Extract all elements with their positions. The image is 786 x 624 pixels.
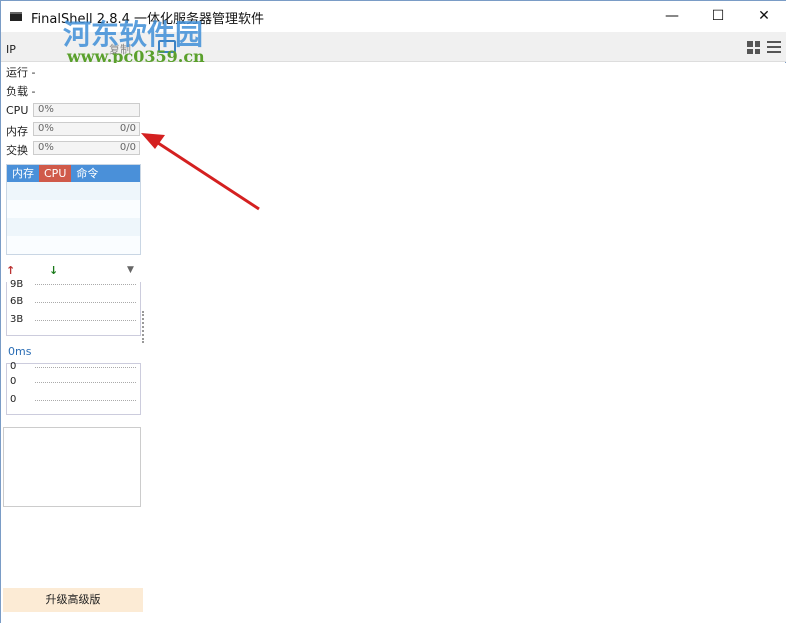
- sidebar: IP 运行 - 负载 - CPU 0% 内存 0% 0/0 交换 0% 0/0 内存…: [1, 43, 144, 624]
- mem-label: 内存: [6, 125, 28, 138]
- latency-title: 0ms: [8, 345, 32, 358]
- process-panel: 内存 CPU 命令: [6, 164, 141, 255]
- minimize-button[interactable]: —: [649, 1, 695, 32]
- tick-label: 0: [10, 376, 17, 387]
- network-chart: 9B 6B 3B: [6, 279, 141, 336]
- app-icon: [10, 12, 22, 21]
- tick-label: 3B: [10, 314, 24, 325]
- tab-cpu[interactable]: CPU: [39, 165, 72, 182]
- layout-icon[interactable]: [747, 41, 760, 54]
- table-row: [7, 200, 140, 218]
- table-row: [7, 218, 140, 236]
- tab-memory[interactable]: 内存: [7, 165, 39, 182]
- swap-bar: 0% 0/0: [33, 141, 140, 155]
- download-arrow-icon: ↓: [49, 264, 59, 277]
- mem-ratio: 0/0: [119, 123, 136, 134]
- latency-chart: 0 0 0: [6, 361, 141, 415]
- swap-value: 0%: [38, 142, 54, 153]
- table-row: [7, 236, 140, 254]
- mem-value: 0%: [38, 123, 54, 134]
- swap-ratio: 0/0: [119, 142, 136, 153]
- annotation-arrow-icon: [141, 133, 260, 211]
- table-row: [7, 182, 140, 200]
- cpu-label: CPU: [6, 104, 29, 117]
- cpu-value: 0%: [38, 104, 54, 115]
- running-label: 运行 -: [6, 66, 36, 79]
- info-box: [3, 427, 141, 507]
- swap-label: 交换: [6, 144, 28, 157]
- ip-label: IP: [6, 43, 16, 56]
- tick-label: 9B: [10, 279, 24, 290]
- menu-icon[interactable]: [767, 41, 781, 53]
- tick-label: 0: [10, 361, 17, 372]
- maximize-button[interactable]: ☐: [695, 1, 741, 32]
- load-label: 负载 -: [6, 85, 36, 98]
- close-button[interactable]: ✕: [741, 1, 786, 32]
- mem-bar: 0% 0/0: [33, 122, 140, 136]
- upload-arrow-icon: ↑: [6, 264, 16, 277]
- tick-label: 6B: [10, 296, 24, 307]
- upgrade-button[interactable]: 升级高级版: [3, 588, 143, 612]
- tick-label: 0: [10, 394, 17, 405]
- tab-command[interactable]: 命令: [71, 165, 103, 182]
- cpu-bar: 0%: [33, 103, 140, 117]
- dropdown-icon[interactable]: ▼: [127, 265, 134, 275]
